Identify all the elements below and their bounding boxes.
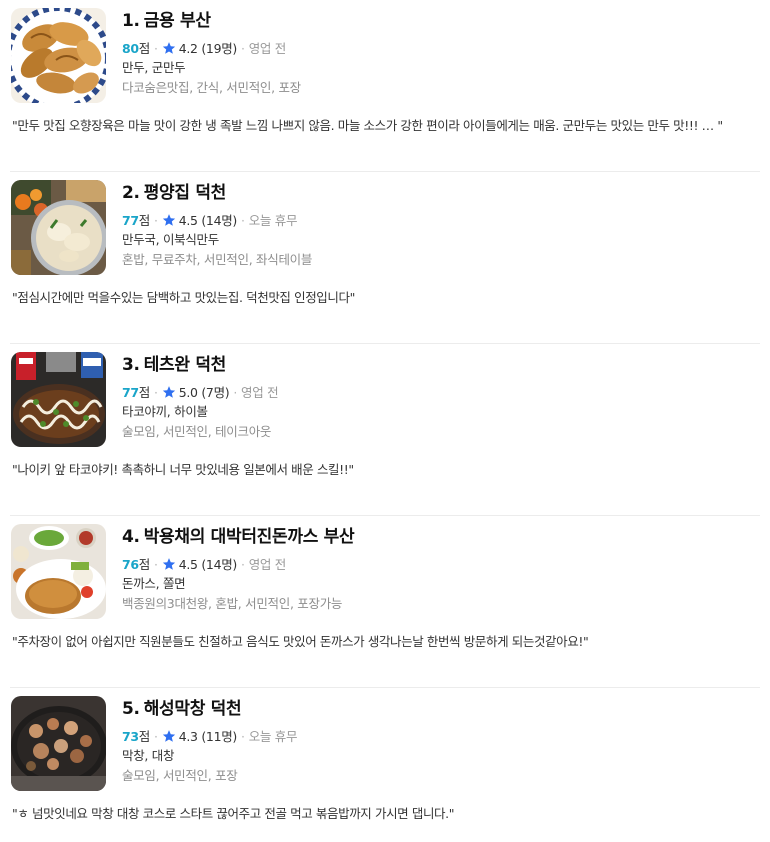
restaurant-name: 평양집 덕천: [143, 183, 227, 203]
restaurant-title[interactable]: 2. 평양집 덕천: [122, 180, 750, 206]
menu-list: 돈까스, 쫄면: [122, 576, 186, 591]
star-icon: [162, 42, 175, 54]
rating-row: 80점 · 4.2 (19명) · 영업 전: [122, 40, 750, 58]
restaurant-title[interactable]: 1. 금용 부산: [122, 8, 750, 34]
review-snippet: "주차장이 없어 아쉽지만 직원분들도 친절하고 음식도 맛있어 돈까스가 생각…: [12, 634, 589, 649]
rank-number: 5.: [122, 699, 140, 719]
rank-number: 2.: [122, 183, 140, 203]
rank-number: 4.: [122, 527, 140, 547]
score-unit: 점: [138, 213, 151, 228]
separator-dot: ·: [154, 41, 158, 56]
star-icon: [162, 558, 175, 570]
separator-dot: ·: [241, 41, 245, 56]
restaurant-name: 테츠완 덕천: [143, 355, 227, 375]
restaurant-card[interactable]: 5. 해성막창 덕천 73점 · 4.3 (11명) · 오늘 휴무 막창, 대창 술모임…: [0, 688, 760, 842]
rating-row: 77점 · 4.5 (14명) · 오늘 휴무: [122, 212, 750, 230]
dumpling-photo[interactable]: [11, 8, 106, 103]
restaurant-name: 박용채의 대박터진돈까스 부산: [143, 527, 355, 547]
star-icon: [162, 214, 175, 226]
open-status: 영업 전: [248, 557, 287, 572]
grilled-makchang-photo[interactable]: [11, 696, 106, 791]
rating-value: 4.5 (14명): [178, 557, 238, 572]
separator-dot: ·: [154, 385, 158, 400]
tonkatsu-photo[interactable]: [11, 524, 106, 619]
restaurant-info: 3. 테츠완 덕천 77점 · 5.0 (7명) · 영업 전 타코야끼, 하이볼 술모임…: [122, 352, 750, 442]
restaurant-name: 금용 부산: [143, 11, 211, 31]
review-snippet: "만두 맛집 오향장육은 마늘 맛이 강한 냉 족발 느낌 나쁘지 않음. 마늘…: [12, 118, 723, 133]
score-value: 80: [122, 41, 139, 56]
review-snippet: "나이키 앞 타코야키! 촉촉하니 너무 맛있네용 일본에서 배운 스킬!!": [12, 462, 354, 477]
separator-dot: ·: [154, 213, 158, 228]
rating-value: 4.3 (11명): [178, 729, 238, 744]
score-unit: 점: [138, 41, 151, 56]
menu-list: 막창, 대창: [122, 748, 175, 763]
rank-number: 1.: [122, 11, 140, 31]
open-status: 영업 전: [241, 385, 279, 400]
menu-list: 타코야끼, 하이볼: [122, 404, 208, 419]
separator-dot: ·: [241, 213, 245, 228]
tag-list: 백종원의3대천왕, 혼밥, 서민적인, 포장가능: [122, 596, 343, 611]
rating-value: 4.2 (19명): [178, 41, 238, 56]
rating-row: 73점 · 4.3 (11명) · 오늘 휴무: [122, 728, 750, 746]
dumpling-soup-photo[interactable]: [11, 180, 106, 275]
tag-list: 다코숨은맛집, 간식, 서민적인, 포장: [122, 80, 301, 95]
restaurant-card[interactable]: 3. 테츠완 덕천 77점 · 5.0 (7명) · 영업 전 타코야끼, 하이볼 술모임…: [0, 344, 760, 516]
review-snippet: "점심시간에만 먹을수있는 담백하고 맛있는집. 덕천맛집 인정입니다": [12, 290, 355, 305]
star-icon: [162, 730, 175, 742]
separator-dot: ·: [233, 385, 238, 400]
separator-dot: ·: [154, 729, 158, 744]
menu-list: 만두국, 이북식만두: [122, 232, 219, 247]
score-unit: 점: [138, 385, 151, 400]
separator-dot: ·: [241, 557, 245, 572]
restaurant-card[interactable]: 4. 박용채의 대박터진돈까스 부산 76점 · 4.5 (14명) · 영업 전 돈까스…: [0, 516, 760, 688]
score-unit: 점: [138, 729, 151, 744]
open-status: 오늘 휴무: [248, 213, 298, 228]
open-status: 영업 전: [248, 41, 287, 56]
rating-row: 77점 · 5.0 (7명) · 영업 전: [122, 384, 750, 402]
score-value: 77: [122, 213, 139, 228]
restaurant-list: 1. 금용 부산 80점 · 4.2 (19명) · 영업 전 만두, 군만두 다코숨은맛…: [0, 0, 770, 842]
review-snippet: "ㅎ 넘맛잇네요 막창 대창 코스로 스타트 끊어주고 전골 먹고 볶음밥까지 …: [12, 806, 455, 821]
rating-value: 5.0 (7명): [178, 385, 230, 400]
restaurant-info: 2. 평양집 덕천 77점 · 4.5 (14명) · 오늘 휴무 만두국, 이북식만두 …: [122, 180, 750, 270]
tag-list: 술모임, 서민적인, 테이크아웃: [122, 424, 272, 439]
open-status: 오늘 휴무: [248, 729, 298, 744]
rating-value: 4.5 (14명): [178, 213, 238, 228]
restaurant-info: 5. 해성막창 덕천 73점 · 4.3 (11명) · 오늘 휴무 막창, 대창 술모임…: [122, 696, 750, 786]
restaurant-title[interactable]: 4. 박용채의 대박터진돈까스 부산: [122, 524, 750, 550]
score-value: 77: [122, 385, 139, 400]
menu-list: 만두, 군만두: [122, 60, 186, 75]
rank-number: 3.: [122, 355, 140, 375]
star-icon: [162, 386, 175, 398]
score-value: 73: [122, 729, 139, 744]
restaurant-card[interactable]: 2. 평양집 덕천 77점 · 4.5 (14명) · 오늘 휴무 만두국, 이북식만두 …: [0, 172, 760, 344]
restaurant-name: 해성막창 덕천: [143, 699, 242, 719]
restaurant-info: 1. 금용 부산 80점 · 4.2 (19명) · 영업 전 만두, 군만두 다코숨은맛…: [122, 8, 750, 98]
tag-list: 혼밥, 무료주차, 서민적인, 좌식테이블: [122, 252, 313, 267]
restaurant-title[interactable]: 3. 테츠완 덕천: [122, 352, 750, 378]
score-value: 76: [122, 557, 139, 572]
tag-list: 술모임, 서민적인, 포장: [122, 768, 238, 783]
separator-dot: ·: [241, 729, 245, 744]
separator-dot: ·: [154, 557, 158, 572]
rating-row: 76점 · 4.5 (14명) · 영업 전: [122, 556, 750, 574]
score-unit: 점: [138, 557, 151, 572]
restaurant-card[interactable]: 1. 금용 부산 80점 · 4.2 (19명) · 영업 전 만두, 군만두 다코숨은맛…: [0, 0, 760, 172]
takoyaki-photo[interactable]: [11, 352, 106, 447]
restaurant-info: 4. 박용채의 대박터진돈까스 부산 76점 · 4.5 (14명) · 영업 전 돈까스…: [122, 524, 750, 614]
restaurant-title[interactable]: 5. 해성막창 덕천: [122, 696, 750, 722]
